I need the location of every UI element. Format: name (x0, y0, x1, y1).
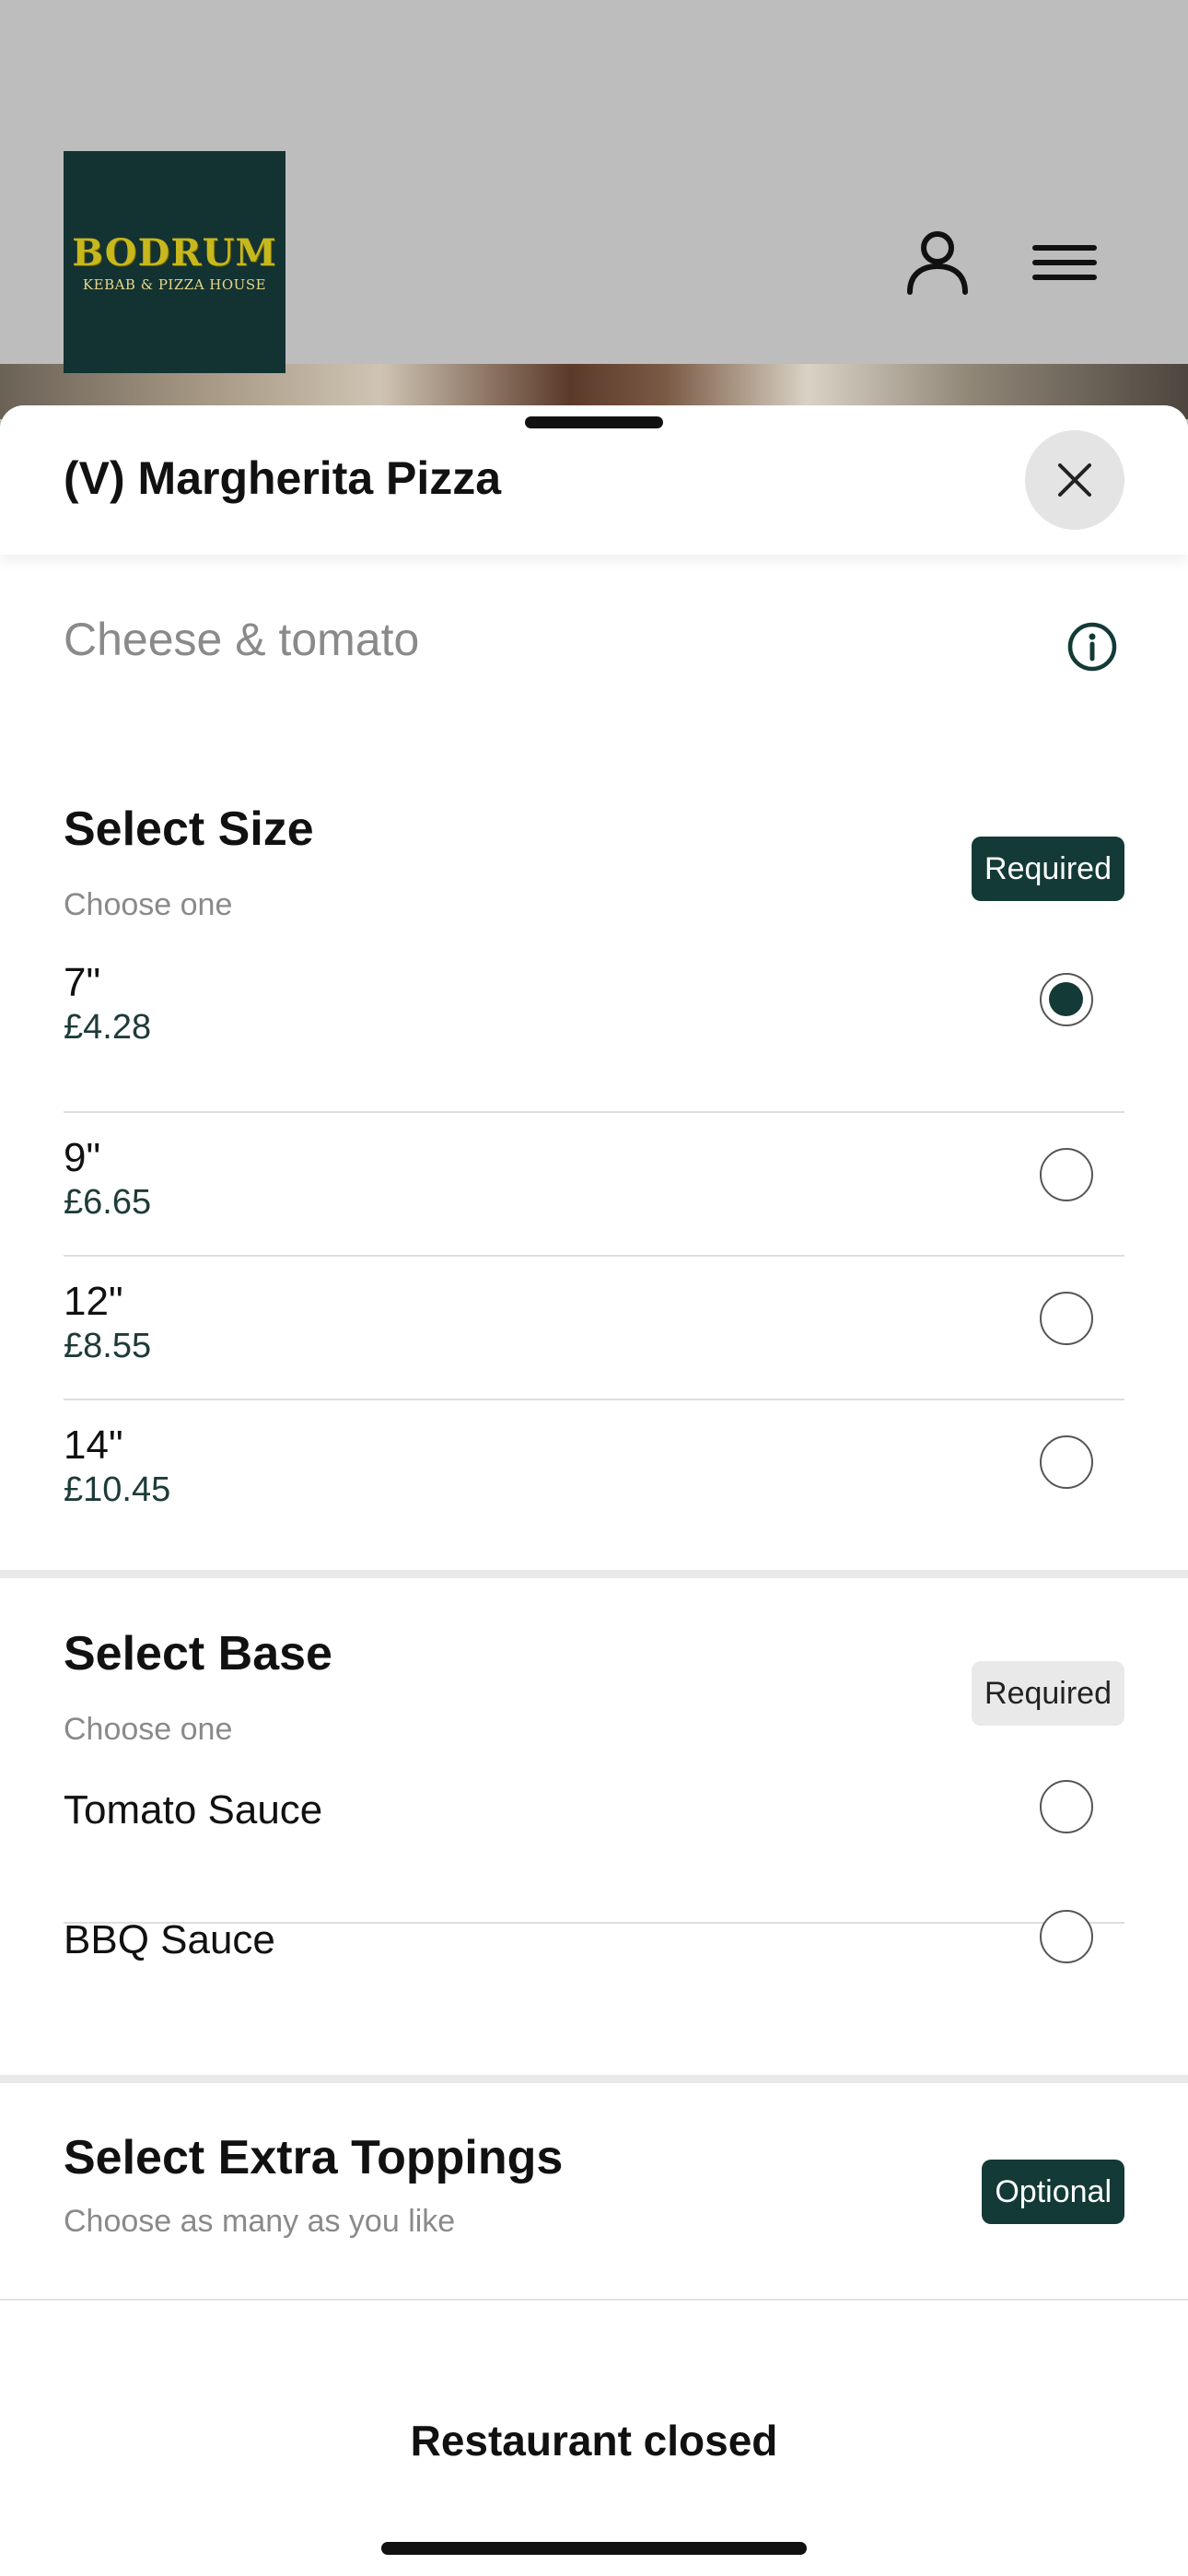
size-section-subtitle: Choose one (64, 887, 233, 922)
size-section-title: Select Size (64, 802, 314, 856)
option-price: £10.45 (64, 1470, 171, 1509)
item-description: Cheese & tomato (64, 614, 420, 665)
home-indicator (381, 2542, 807, 2555)
base-section-title: Select Base (64, 1627, 332, 1680)
menu-icon[interactable] (1028, 226, 1101, 299)
toppings-section-title: Select Extra Toppings (64, 2131, 564, 2184)
logo-title: BODRUM (72, 231, 277, 275)
section-separator (0, 1570, 1188, 1578)
option-price: £6.65 (64, 1183, 152, 1222)
base-option-bbq[interactable]: BBQ Sauce (64, 1910, 1124, 2009)
radio-button[interactable] (1040, 973, 1093, 1026)
option-price: £8.55 (64, 1327, 152, 1365)
restaurant-logo[interactable]: BODRUM KEBAB & PIZZA HOUSE (64, 151, 285, 373)
size-required-badge: Required (972, 837, 1124, 901)
radio-button[interactable] (1040, 1148, 1093, 1201)
size-option-14[interactable]: 14" £10.45 (64, 1423, 1124, 1533)
toppings-section-subtitle: Choose as many as you like (64, 2204, 456, 2239)
close-button[interactable] (1025, 430, 1124, 530)
option-name: Tomato Sauce (64, 1787, 323, 1832)
divider (64, 1255, 1124, 1257)
section-separator (0, 2075, 1188, 2083)
base-section-subtitle: Choose one (64, 1712, 233, 1747)
restaurant-closed-status: Restaurant closed (410, 2417, 778, 2465)
radio-button[interactable] (1040, 1780, 1093, 1833)
toppings-optional-badge: Optional (982, 2160, 1124, 2224)
radio-button[interactable] (1040, 1435, 1093, 1489)
option-name: 12" (64, 1279, 123, 1324)
size-option-9[interactable]: 9" £6.65 (64, 1135, 1124, 1246)
divider (64, 1111, 1124, 1113)
option-name: 7" (64, 960, 101, 1005)
divider (64, 1399, 1124, 1400)
item-title: (V) Margherita Pizza (64, 452, 502, 504)
info-icon[interactable] (1066, 621, 1118, 673)
close-icon (1058, 463, 1091, 497)
option-name: 14" (64, 1423, 123, 1468)
item-sheet: (V) Margherita Pizza Cheese & tomato Sel… (0, 405, 1188, 2576)
sheet-grabber[interactable] (525, 416, 663, 428)
size-option-12[interactable]: 12" £8.55 (64, 1279, 1124, 1389)
radio-button[interactable] (1040, 1292, 1093, 1345)
user-icon[interactable] (901, 226, 974, 299)
size-option-7[interactable]: 7" £4.28 (64, 960, 1124, 1071)
base-option-tomato[interactable]: Tomato Sauce (64, 1780, 1124, 1879)
option-name: 9" (64, 1135, 101, 1180)
option-name: BBQ Sauce (64, 1917, 275, 1962)
base-required-badge: Required (972, 1661, 1124, 1726)
option-price: £4.28 (64, 1008, 152, 1047)
logo-subtitle: KEBAB & PIZZA HOUSE (82, 276, 267, 293)
radio-button[interactable] (1040, 1910, 1093, 1963)
footer-divider (0, 2299, 1188, 2301)
sheet-header: (V) Margherita Pizza (0, 405, 1188, 555)
